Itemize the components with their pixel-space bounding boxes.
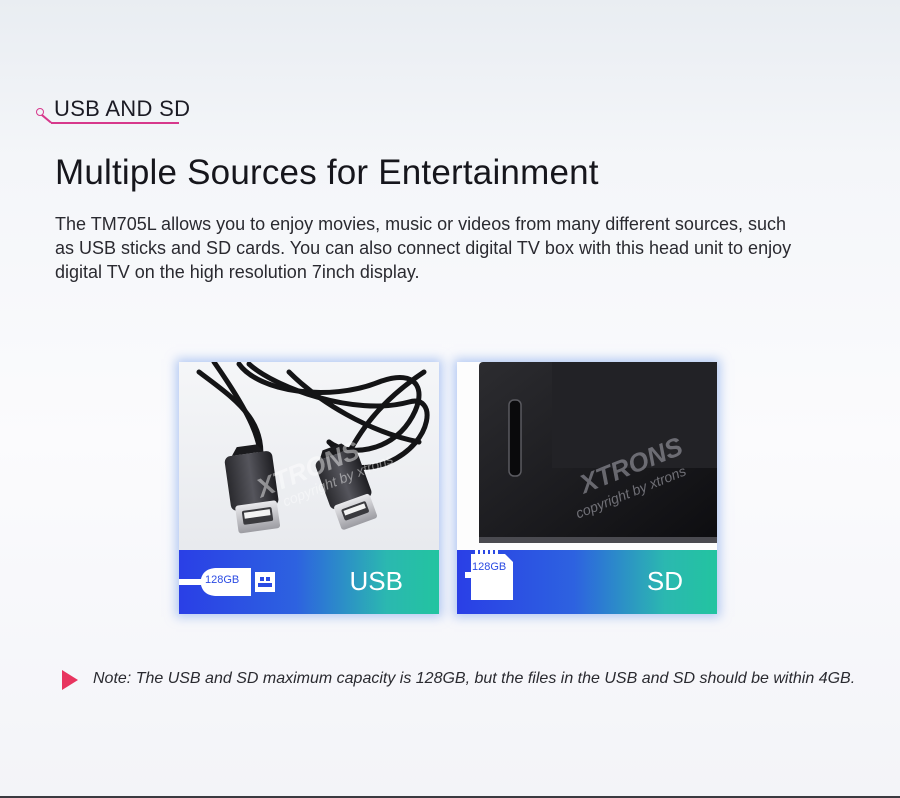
sd-label: SD (646, 566, 683, 596)
tag-underline (51, 122, 179, 124)
sd-card: XTRONS copyright by xtrons 128GB SD (457, 362, 717, 614)
sd-capacity-label: 128GB (472, 561, 507, 573)
section-tag: USB AND SD (36, 96, 190, 130)
head-unit-sd-slot-photo: XTRONS copyright by xtrons (457, 362, 717, 550)
usb-card: XTRONS copyright by xtrons 128GB USB (179, 362, 439, 614)
description: The TM705L allows you to enjoy movies, m… (55, 214, 792, 282)
sd-band: 128GB SD (457, 550, 717, 614)
usb-band: 128GB USB (179, 550, 439, 614)
page-title: Multiple Sources for Entertainment (55, 153, 599, 192)
sd-card-icon (465, 550, 513, 600)
play-arrow-icon (62, 670, 78, 690)
section-tag-label: USB AND SD (54, 96, 191, 121)
usb-label: USB (349, 566, 403, 596)
note: Note: The USB and SD maximum capacity is… (62, 668, 882, 692)
usb-cable-photo: XTRONS copyright by xtrons (179, 362, 439, 550)
usb-capacity-label: 128GB (205, 574, 240, 586)
note-text: Note: The USB and SD maximum capacity is… (93, 670, 856, 687)
